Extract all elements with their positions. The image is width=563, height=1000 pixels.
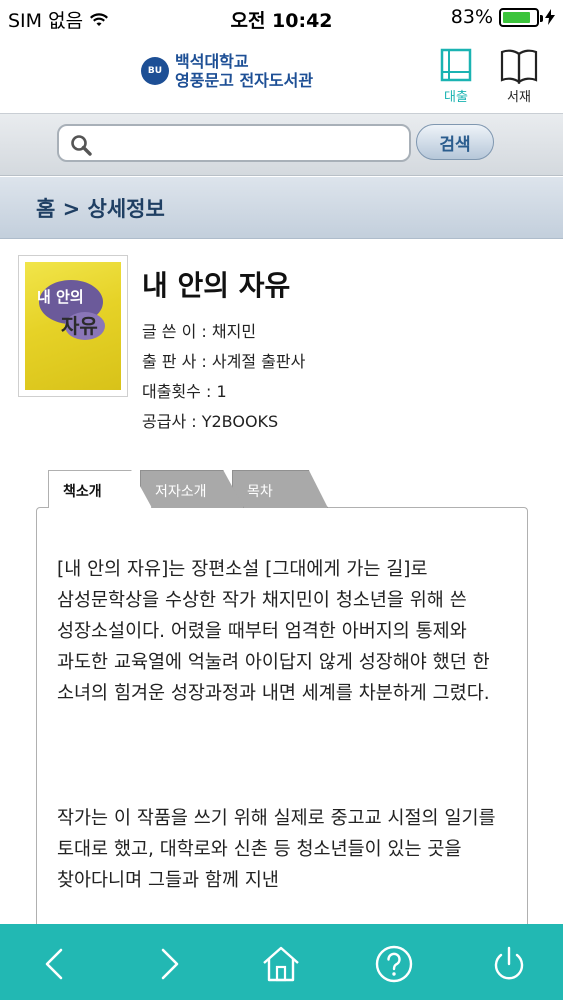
university-emblem-icon: BU — [141, 57, 169, 85]
book-supplier: 공급사 : Y2BOOKS — [142, 412, 279, 431]
battery-icon — [499, 7, 543, 27]
detail-tabs: 목차 저자소개 책소개 — [40, 470, 360, 510]
loan-button[interactable]: 대출 — [431, 48, 481, 105]
bottom-toolbar — [0, 924, 563, 1000]
book-author: 글 쓴 이 : 채지민 — [142, 322, 257, 341]
library-logo[interactable]: BU 백석대학교 영풍문고 전자도서관 — [141, 52, 313, 90]
home-icon[interactable] — [261, 944, 301, 984]
forward-icon[interactable] — [148, 944, 188, 984]
shelf-label: 서재 — [507, 90, 531, 105]
status-right: 83% — [451, 6, 555, 28]
book-loan-count: 대출횟수 : 1 — [142, 382, 227, 401]
tab-contents[interactable]: 목차 — [232, 470, 328, 508]
cover-title: 내 안의 — [37, 288, 84, 306]
book-publisher: 출 판 사 : 사계절 출판사 — [142, 352, 306, 371]
breadcrumb: 홈 > 상세정보 — [0, 177, 563, 239]
battery-fill — [503, 11, 530, 23]
book-cover[interactable]: 내 안의 자유 — [18, 255, 128, 397]
book-cover-image: 내 안의 자유 — [25, 262, 121, 390]
loan-label: 대출 — [444, 90, 468, 105]
search-bar: 검색 — [0, 114, 563, 176]
breadcrumb-text: 홈 > 상세정보 — [36, 197, 165, 221]
app-header: BU 백석대학교 영풍문고 전자도서관 대출 서재 — [0, 36, 563, 114]
search-icon — [71, 135, 92, 156]
book-title: 내 안의 자유 — [142, 269, 291, 302]
bookshelf-button[interactable]: 서재 — [494, 48, 544, 105]
logo-text: 백석대학교 영풍문고 전자도서관 — [175, 52, 313, 90]
back-icon[interactable] — [36, 944, 76, 984]
battery-percent: 83% — [450, 6, 493, 28]
book-loan-icon — [440, 48, 472, 82]
logo-line1: 백석대학교 — [175, 52, 249, 71]
power-icon[interactable] — [489, 944, 529, 984]
logo-line2: 영풍문고 전자도서관 — [175, 71, 314, 90]
status-bar: SIM 없음 오전 10:42 83% — [0, 0, 563, 36]
tab-book-intro[interactable]: 책소개 — [48, 470, 152, 508]
open-book-icon — [500, 49, 538, 84]
search-input[interactable] — [57, 124, 411, 162]
cover-subtitle: 자유 — [61, 314, 98, 338]
tab-author-intro[interactable]: 저자소개 — [140, 470, 244, 508]
search-button[interactable]: 검색 — [416, 124, 494, 160]
intro-paragraph-2: 작가는 이 작품을 쓰기 위해 실제로 중고교 시절의 일기를 토대로 했고, … — [57, 808, 496, 891]
help-icon[interactable] — [374, 944, 414, 984]
charging-bolt-icon — [545, 9, 555, 25]
intro-paragraph-1: [내 안의 자유]는 장편소설 [그대에게 가는 길]로 삼성문학상을 수상한 … — [57, 559, 490, 704]
